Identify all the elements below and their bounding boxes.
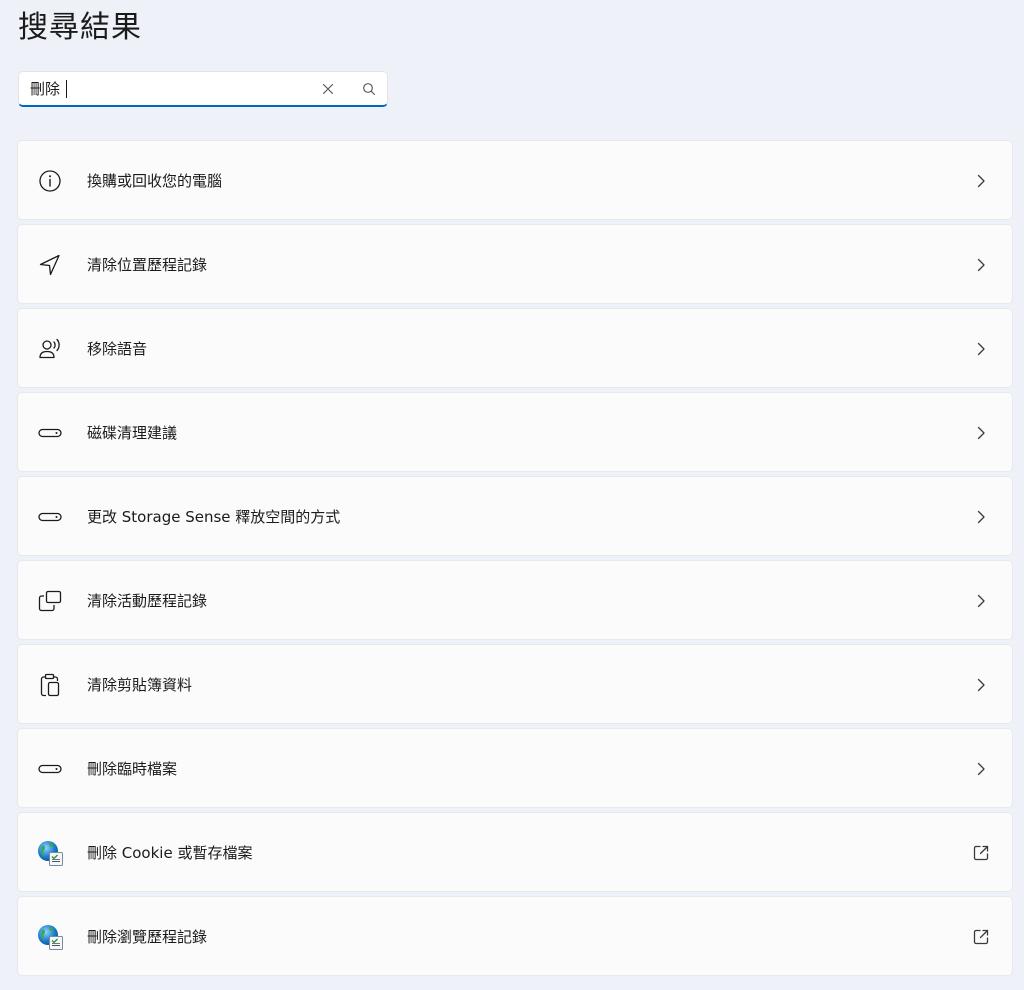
drive-icon — [37, 756, 63, 782]
search-results-list: 換購或回收您的電腦 清除位置歷程記錄 移除語音 磁碟清理建議 更改 Storag… — [17, 140, 1013, 980]
chevron-right-icon — [970, 338, 992, 360]
page-title: 搜尋結果 — [18, 10, 142, 45]
result-item-delete-cookies[interactable]: 刪除 Cookie 或暫存檔案 — [17, 812, 1013, 892]
search-icon — [363, 83, 376, 96]
search-input[interactable]: 刪除 — [30, 72, 60, 106]
location-arrow-icon — [37, 252, 63, 278]
result-label: 刪除 Cookie 或暫存檔案 — [87, 844, 253, 862]
result-item-storage-sense[interactable]: 更改 Storage Sense 釋放空間的方式 — [17, 476, 1013, 556]
drive-icon — [37, 420, 63, 446]
chevron-right-icon — [970, 170, 992, 192]
activity-history-icon — [37, 588, 63, 614]
result-label: 清除位置歷程記錄 — [87, 256, 208, 274]
result-label: 清除剪貼簿資料 — [87, 676, 193, 694]
result-item-recycle-pc[interactable]: 換購或回收您的電腦 — [17, 140, 1013, 220]
search-button[interactable] — [356, 76, 382, 102]
internet-options-icon — [37, 840, 63, 866]
clipboard-icon — [37, 672, 63, 698]
result-label: 移除語音 — [87, 340, 148, 358]
result-item-disk-cleanup[interactable]: 磁碟清理建議 — [17, 392, 1013, 472]
result-label: 清除活動歷程記錄 — [87, 592, 208, 610]
info-icon — [37, 168, 63, 194]
chevron-right-icon — [970, 758, 992, 780]
result-label: 刪除瀏覽歷程記錄 — [87, 928, 208, 946]
chevron-right-icon — [970, 590, 992, 612]
result-label: 更改 Storage Sense 釋放空間的方式 — [87, 508, 341, 526]
speech-icon — [37, 336, 63, 362]
result-label: 換購或回收您的電腦 — [87, 172, 223, 190]
result-item-delete-browsing-history[interactable]: 刪除瀏覽歷程記錄 — [17, 896, 1013, 976]
clear-search-button[interactable] — [315, 76, 341, 102]
result-label: 刪除臨時檔案 — [87, 760, 178, 778]
result-label: 磁碟清理建議 — [87, 424, 178, 442]
chevron-right-icon — [970, 422, 992, 444]
close-icon — [322, 83, 334, 95]
external-link-icon — [970, 842, 992, 864]
result-item-clear-clipboard[interactable]: 清除剪貼簿資料 — [17, 644, 1013, 724]
chevron-right-icon — [970, 254, 992, 276]
result-item-delete-temp-files[interactable]: 刪除臨時檔案 — [17, 728, 1013, 808]
result-item-clear-location-history[interactable]: 清除位置歷程記錄 — [17, 224, 1013, 304]
chevron-right-icon — [970, 506, 992, 528]
result-item-remove-speech[interactable]: 移除語音 — [17, 308, 1013, 388]
result-item-clear-activity-history[interactable]: 清除活動歷程記錄 — [17, 560, 1013, 640]
chevron-right-icon — [970, 674, 992, 696]
settings-search-page: 搜尋結果 刪除 換購或回收您的電腦 清除位置歷程記錄 移除語音 磁碟清理建議 更… — [0, 0, 1024, 990]
external-link-icon — [970, 926, 992, 948]
drive-icon — [37, 504, 63, 530]
internet-options-icon — [37, 924, 63, 950]
search-box[interactable]: 刪除 — [18, 71, 388, 107]
text-caret — [66, 80, 67, 98]
